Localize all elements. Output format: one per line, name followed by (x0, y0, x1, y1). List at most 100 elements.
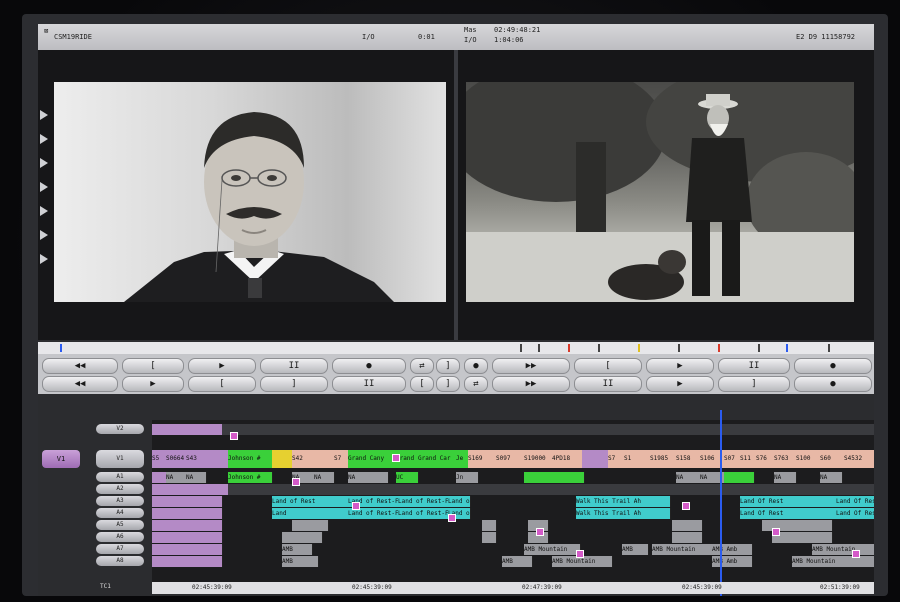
timeline-clip[interactable]: NA (314, 472, 335, 483)
keyframe-marker[interactable] (772, 528, 780, 536)
timeline-clip[interactable] (152, 556, 223, 567)
timeline-clip[interactable]: NA (348, 472, 389, 483)
timeline-clip[interactable] (272, 450, 293, 468)
timeline-clip[interactable] (152, 508, 223, 519)
timeline-clip[interactable]: NA (676, 472, 701, 483)
mark-clip-button[interactable]: ] (718, 376, 790, 392)
keyframe-marker[interactable] (576, 550, 584, 558)
marker-icon[interactable] (40, 158, 48, 168)
timeline-clip[interactable] (152, 424, 223, 435)
timeline-clip[interactable] (482, 520, 497, 531)
keyframe-marker[interactable] (448, 514, 456, 522)
step-record-button[interactable]: [ (574, 358, 642, 374)
timeline-clip[interactable]: 4PD18 (552, 450, 583, 468)
timeline-clip[interactable]: AMB Mountain (792, 556, 874, 567)
timeline-clip[interactable]: Land of Rest (272, 496, 349, 507)
timeline-clip[interactable]: NA (166, 472, 187, 483)
match-frame-button[interactable]: ] (436, 376, 460, 392)
splice-button[interactable]: ⇄ (410, 358, 434, 374)
rewind-button[interactable]: ◀◀ (42, 358, 118, 374)
marker-icon[interactable] (40, 110, 48, 120)
mark-in-button[interactable]: [ (188, 376, 256, 392)
record-monitor[interactable] (466, 82, 854, 302)
timeline-clip[interactable]: AMB Mountain (524, 544, 581, 555)
overwrite-button[interactable]: ] (436, 358, 460, 374)
v1-source-selector[interactable]: V1 (42, 450, 80, 468)
timeline-clip[interactable]: Land (272, 508, 349, 519)
source-monitor[interactable] (54, 82, 446, 302)
marker-icon[interactable] (40, 254, 48, 264)
timeline-clip[interactable]: Land Of Rest (836, 496, 874, 507)
timeline-clip[interactable] (524, 472, 585, 483)
timeline-clip[interactable]: S1985 (650, 450, 677, 468)
timeline-clip[interactable] (282, 532, 323, 543)
marker-icon[interactable] (40, 206, 48, 216)
timeline-clip[interactable]: S4532 (844, 450, 874, 468)
timeline-clip[interactable]: Land of Rest-F (398, 508, 449, 519)
timeline-tracks[interactable]: S5 S0664 S43 Johnson # S42 S7 Grand Cany… (152, 420, 874, 590)
timeline-clip[interactable]: AMB (282, 556, 319, 567)
jog-back-button[interactable]: ◀◀ (42, 376, 118, 392)
timeline-clip[interactable]: S7 (334, 450, 349, 468)
timeline-clip[interactable] (152, 496, 223, 507)
timeline-clip[interactable] (152, 472, 167, 483)
mark-out-button[interactable]: ] (260, 376, 328, 392)
track-header-a2[interactable]: A2 (96, 484, 144, 494)
timeline-clip[interactable]: Grand Car (418, 450, 457, 468)
timeline-clip[interactable] (228, 484, 874, 495)
timeline-clip[interactable]: S097 (496, 450, 525, 468)
timeline-clip[interactable]: Land of Lor (448, 496, 471, 507)
timeline-clip[interactable]: Johnson # (228, 450, 273, 468)
timecode-ruler[interactable]: 02:45:39:09 02:45:39:09 02:47:39:09 02:4… (152, 582, 874, 594)
timeline-clip[interactable]: S169 (468, 450, 497, 468)
timeline-clip[interactable]: AMB (622, 544, 649, 555)
timeline-clip[interactable]: Grand Cany (348, 450, 397, 468)
timeline-clip[interactable]: AMB (282, 544, 313, 555)
timeline-clip[interactable]: Land Of Rest (740, 496, 837, 507)
timeline-clip[interactable]: AMB Mountain (652, 544, 713, 555)
timeline-clip[interactable]: S158 (676, 450, 701, 468)
play-loop-button[interactable]: ▶ (646, 376, 714, 392)
timeline-clip[interactable]: Walk This Trail Ah (576, 508, 671, 519)
timeline-clip[interactable]: S7 (608, 450, 625, 468)
timeline-clip[interactable]: S763 (774, 450, 797, 468)
track-header-a3[interactable]: A3 (96, 496, 144, 506)
step-fwd-button[interactable]: II (574, 376, 642, 392)
jog-fwd-button[interactable]: ▶▶ (492, 376, 570, 392)
timeline-clip[interactable]: Land Of Rest (836, 508, 874, 519)
timeline-clip[interactable]: NA (774, 472, 797, 483)
timeline-clip[interactable] (292, 520, 329, 531)
clear-marks-button[interactable]: II (332, 376, 406, 392)
timeline-clip[interactable]: S76 (756, 450, 775, 468)
timeline-clip[interactable]: S11 (740, 450, 757, 468)
timeline-clip[interactable]: NA (820, 472, 843, 483)
track-header-a5[interactable]: A5 (96, 520, 144, 530)
timeline-clip[interactable]: AMB Amb (712, 544, 753, 555)
timeline-clip[interactable]: S5 (152, 450, 167, 468)
timeline-clip[interactable]: Land Of Rest (740, 508, 837, 519)
timeline-clip[interactable]: Land of Rest-F (398, 496, 449, 507)
timeline-clip[interactable]: S60 (820, 450, 845, 468)
track-header-a8[interactable]: A8 (96, 556, 144, 566)
position-indicator[interactable] (60, 344, 62, 352)
mark-record-button[interactable]: ● (794, 358, 872, 374)
keyframe-marker[interactable] (392, 454, 400, 462)
timeline-clip[interactable] (152, 484, 229, 495)
keyframe-marker[interactable] (682, 502, 690, 510)
lift-button[interactable]: ● (464, 358, 488, 374)
timeline-clip[interactable] (772, 532, 833, 543)
timeline-clip[interactable]: S100 (796, 450, 821, 468)
timeline-clip[interactable] (482, 532, 497, 543)
playhead[interactable] (720, 410, 722, 596)
extract-button[interactable]: [ (410, 376, 434, 392)
play-source-button[interactable]: ▶ (188, 358, 256, 374)
track-header-v1[interactable]: V1 (96, 450, 144, 468)
keyframe-marker[interactable] (230, 432, 238, 440)
timeline-clip[interactable] (152, 544, 223, 555)
play-record-button[interactable]: ▶ (646, 358, 714, 374)
stop-record-button[interactable]: II (718, 358, 790, 374)
timeline-clip[interactable]: NA (186, 472, 207, 483)
marker-icon[interactable] (40, 134, 48, 144)
timeline-clip[interactable]: Walk This Trail Ah (576, 496, 671, 507)
timeline-clip[interactable] (724, 472, 755, 483)
